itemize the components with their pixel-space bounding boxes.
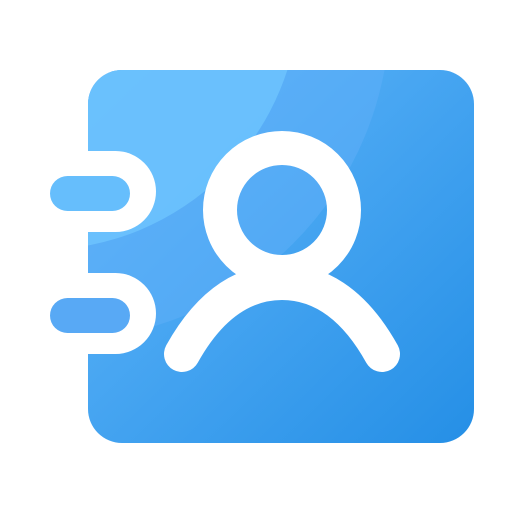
binder-tab-bottom — [45, 273, 156, 354]
address-book-icon — [0, 0, 512, 512]
address-book-graphic — [45, 70, 474, 443]
binder-tab-top — [45, 151, 156, 232]
